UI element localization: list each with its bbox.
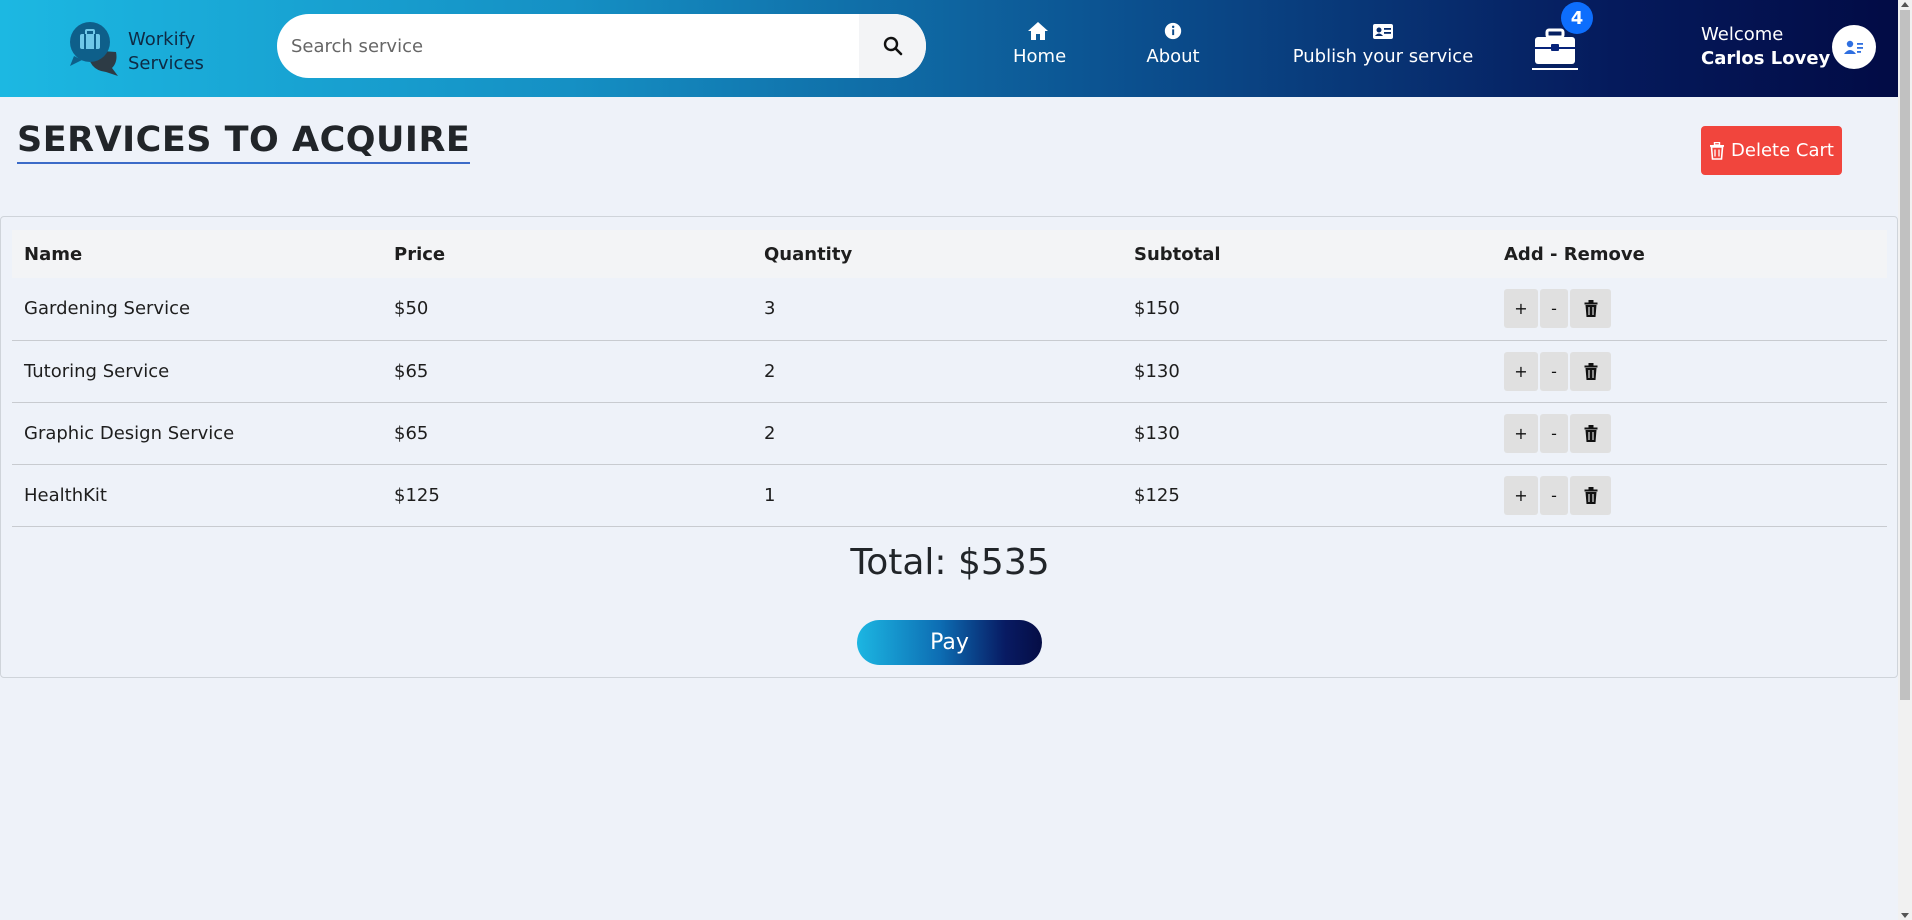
header-name: Name bbox=[12, 230, 382, 278]
remove-item-button[interactable] bbox=[1570, 475, 1611, 515]
cart-count-badge: 4 bbox=[1561, 2, 1593, 34]
item-price: $125 bbox=[382, 464, 752, 527]
header-quantity: Quantity bbox=[752, 230, 1122, 278]
item-name: HealthKit bbox=[12, 464, 382, 527]
item-subtotal: $150 bbox=[1122, 278, 1492, 341]
decrease-quantity-button[interactable]: - bbox=[1540, 289, 1568, 329]
nav-home-label: Home bbox=[1013, 46, 1067, 67]
scroll-down-arrow-icon[interactable] bbox=[1901, 913, 1909, 918]
decrease-quantity-button[interactable]: - bbox=[1540, 351, 1568, 391]
decrease-quantity-button[interactable]: - bbox=[1540, 475, 1568, 515]
table-header-row: Name Price Quantity Subtotal Add - Remov… bbox=[12, 230, 1887, 278]
pay-button[interactable]: Pay bbox=[857, 620, 1042, 665]
item-price: $50 bbox=[382, 278, 752, 341]
logo-text: Workify Services bbox=[128, 28, 204, 76]
user-name: Carlos Lovey bbox=[1701, 48, 1831, 69]
delete-cart-label: Delete Cart bbox=[1731, 140, 1834, 161]
header-subtotal: Subtotal bbox=[1122, 230, 1492, 278]
logo-line-2: Services bbox=[128, 53, 204, 74]
briefcase-icon bbox=[1535, 28, 1575, 64]
item-name: Tutoring Service bbox=[12, 340, 382, 403]
trash-icon bbox=[1710, 141, 1725, 160]
header-price: Price bbox=[382, 230, 752, 278]
delete-cart-button[interactable]: Delete Cart bbox=[1701, 126, 1842, 175]
cart-button[interactable] bbox=[1532, 28, 1578, 70]
item-price: $65 bbox=[382, 340, 752, 403]
item-subtotal: $130 bbox=[1122, 340, 1492, 403]
user-greeting: Welcome Carlos Lovey bbox=[1701, 23, 1830, 71]
item-name: Gardening Service bbox=[12, 278, 382, 341]
increase-quantity-button[interactable]: + bbox=[1504, 289, 1538, 329]
logo-icon bbox=[70, 22, 118, 76]
cart-table: Name Price Quantity Subtotal Add - Remov… bbox=[12, 230, 1887, 527]
user-card-icon bbox=[1844, 40, 1863, 54]
top-navbar: Workify Services Home About bbox=[0, 0, 1898, 97]
trash-icon bbox=[1584, 362, 1597, 380]
remove-item-button[interactable] bbox=[1570, 413, 1611, 453]
item-actions: + - bbox=[1492, 464, 1887, 527]
logo-line-1: Workify bbox=[128, 29, 196, 50]
search-icon bbox=[883, 36, 902, 56]
table-row: Gardening Service $50 3 $150 + - bbox=[12, 278, 1887, 341]
search-input[interactable] bbox=[277, 14, 859, 78]
increase-quantity-button[interactable]: + bbox=[1504, 413, 1538, 453]
table-row: HealthKit $125 1 $125 + - bbox=[12, 464, 1887, 527]
trash-icon bbox=[1584, 486, 1597, 504]
item-actions: + - bbox=[1492, 278, 1887, 341]
item-actions: + - bbox=[1492, 402, 1887, 465]
nav-about[interactable]: About bbox=[1146, 20, 1200, 68]
item-name: Graphic Design Service bbox=[12, 402, 382, 465]
id-card-icon bbox=[1373, 24, 1393, 39]
table-row: Tutoring Service $65 2 $130 + - bbox=[12, 340, 1887, 403]
item-quantity: 2 bbox=[752, 340, 1122, 403]
item-subtotal: $130 bbox=[1122, 402, 1492, 465]
info-icon bbox=[1164, 22, 1182, 40]
remove-item-button[interactable] bbox=[1570, 351, 1611, 391]
search-bar bbox=[277, 14, 926, 78]
cart-total: Total: $535 bbox=[850, 542, 1050, 583]
item-quantity: 2 bbox=[752, 402, 1122, 465]
trash-icon bbox=[1584, 300, 1597, 318]
nav-publish-label: Publish your service bbox=[1292, 46, 1474, 67]
item-quantity: 1 bbox=[752, 464, 1122, 527]
header-actions: Add - Remove bbox=[1492, 230, 1887, 278]
item-subtotal: $125 bbox=[1122, 464, 1492, 527]
item-price: $65 bbox=[382, 402, 752, 465]
welcome-text: Welcome bbox=[1701, 24, 1784, 45]
cart-panel: Name Price Quantity Subtotal Add - Remov… bbox=[0, 216, 1898, 678]
logo[interactable]: Workify Services bbox=[68, 18, 218, 78]
increase-quantity-button[interactable]: + bbox=[1504, 351, 1538, 391]
home-icon bbox=[1028, 22, 1048, 40]
search-button[interactable] bbox=[859, 14, 926, 78]
nav-about-label: About bbox=[1146, 46, 1200, 67]
nav-home[interactable]: Home bbox=[1013, 20, 1067, 68]
remove-item-button[interactable] bbox=[1570, 289, 1611, 329]
trash-icon bbox=[1584, 424, 1597, 442]
table-row: Graphic Design Service $65 2 $130 + - bbox=[12, 402, 1887, 465]
scroll-thumb[interactable] bbox=[1900, 10, 1910, 700]
item-quantity: 3 bbox=[752, 278, 1122, 341]
increase-quantity-button[interactable]: + bbox=[1504, 475, 1538, 515]
nav-publish[interactable]: Publish your service bbox=[1283, 20, 1483, 68]
item-actions: + - bbox=[1492, 340, 1887, 403]
page-title: SERVICES TO ACQUIRE bbox=[17, 118, 471, 164]
user-menu-button[interactable] bbox=[1832, 25, 1876, 69]
decrease-quantity-button[interactable]: - bbox=[1540, 413, 1568, 453]
scroll-up-arrow-icon[interactable] bbox=[1901, 2, 1909, 7]
vertical-scrollbar[interactable] bbox=[1898, 0, 1912, 920]
